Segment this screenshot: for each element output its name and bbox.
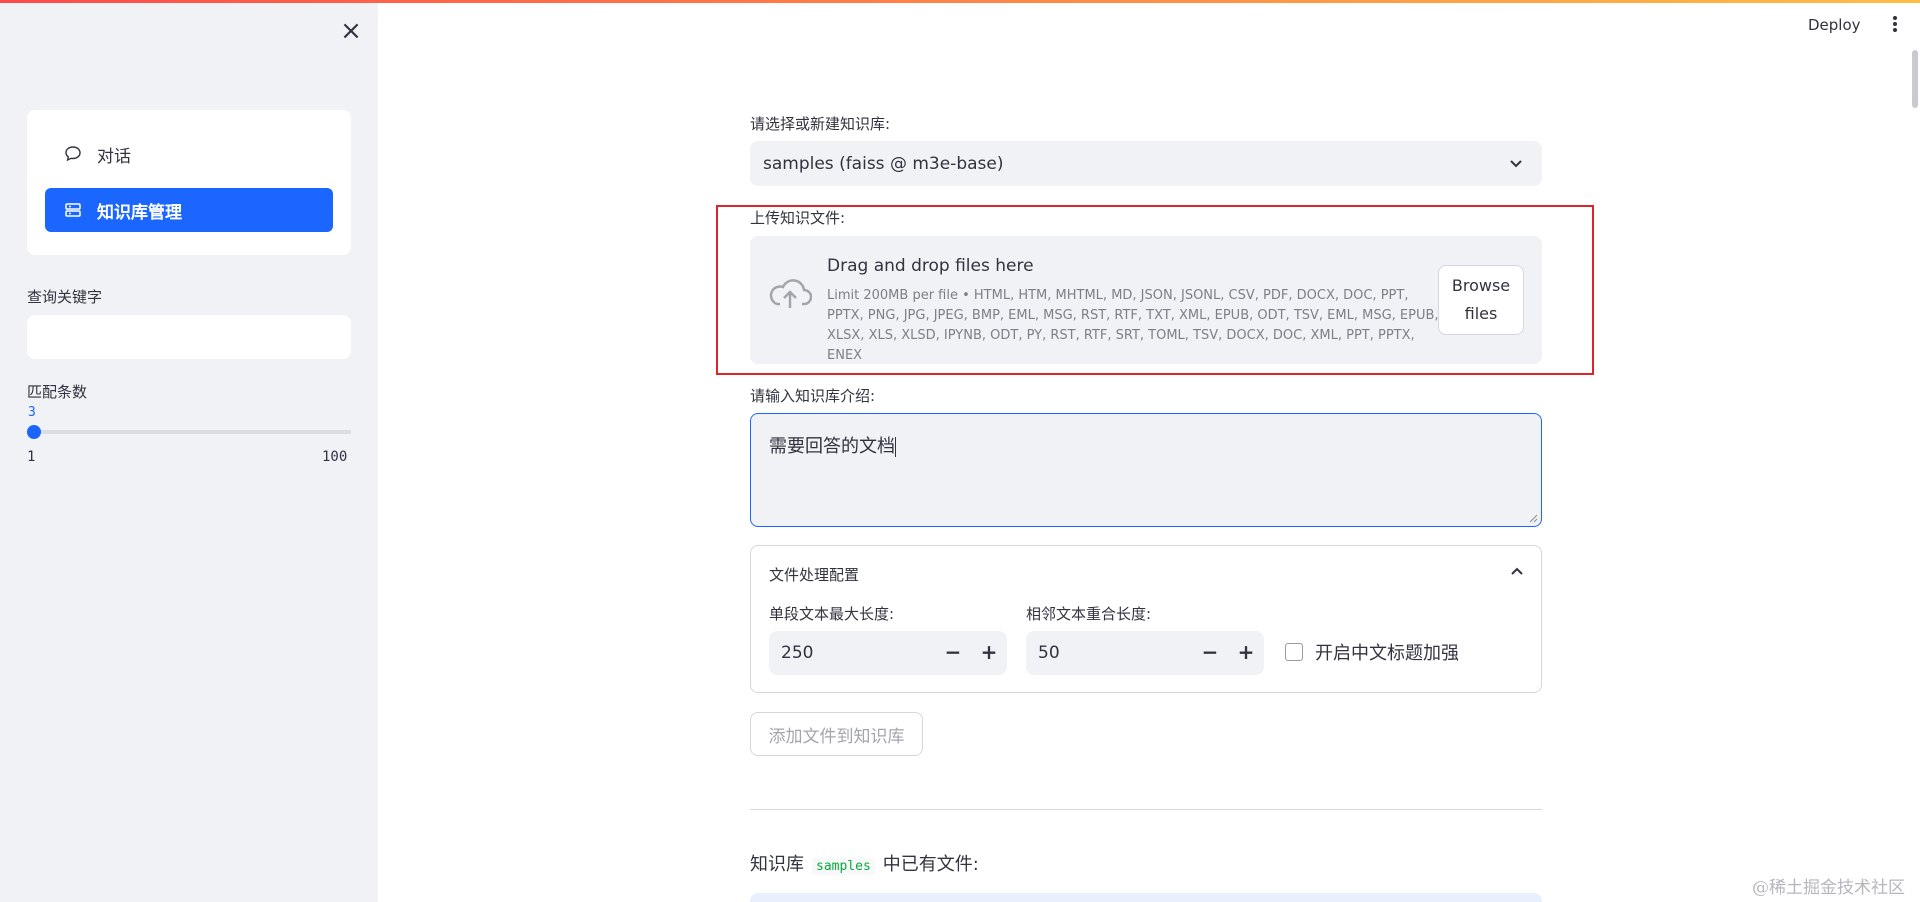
slider-max-label: 100 — [322, 449, 348, 465]
resize-handle-icon[interactable] — [1528, 513, 1538, 523]
section-divider — [750, 809, 1542, 810]
kb-intro-label: 请输入知识库介绍: — [750, 387, 876, 405]
existing-files-heading: 知识库 samples 中已有文件: — [750, 850, 979, 876]
search-keyword-label: 查询关键字 — [27, 288, 103, 306]
zh-title-enhance-checkbox[interactable]: 开启中文标题加强 — [1285, 639, 1459, 665]
chunk-size-increment-button[interactable]: + — [971, 631, 1007, 675]
search-keyword-input[interactable] — [27, 315, 351, 359]
match-count-slider-thumb[interactable] — [27, 425, 41, 439]
kb-select-dropdown[interactable]: samples (faiss @ m3e-base) — [750, 141, 1542, 186]
file-processing-expander: 文件处理配置 单段文本最大长度: 250 − + 相邻文本重合长度: 50 − … — [750, 545, 1542, 693]
kb-select-label: 请选择或新建知识库: — [750, 115, 891, 133]
kb-intro-textarea[interactable]: 需要回答的文档 — [750, 413, 1542, 527]
chat-bubble-icon — [65, 146, 81, 162]
overlap-size-input[interactable]: 50 − + — [1026, 631, 1264, 675]
expander-title[interactable]: 文件处理配置 — [769, 564, 859, 585]
chunk-size-label: 单段文本最大长度: — [769, 605, 895, 623]
add-files-to-kb-button[interactable]: 添加文件到知识库 — [750, 712, 923, 756]
files-info-box — [750, 893, 1542, 902]
checkbox-box[interactable] — [1285, 643, 1303, 661]
overlap-size-increment-button[interactable]: + — [1228, 631, 1264, 675]
heading-suffix: 中已有文件: — [882, 854, 979, 875]
nav-menu: 对话 知识库管理 — [27, 110, 351, 255]
nav-item-label: 对话 — [97, 146, 131, 167]
overlap-size-decrement-button[interactable]: − — [1192, 631, 1228, 675]
checkbox-label: 开启中文标题加强 — [1315, 643, 1459, 664]
close-sidebar-icon[interactable]: × — [338, 18, 364, 44]
match-count-slider-track[interactable] — [33, 430, 351, 434]
overlap-size-label: 相邻文本重合长度: — [1026, 605, 1152, 623]
nav-item-kb-management[interactable]: 知识库管理 — [45, 188, 333, 232]
chevron-down-icon — [1510, 160, 1522, 168]
chevron-up-icon[interactable] — [1509, 564, 1525, 580]
nav-item-chat[interactable]: 对话 — [45, 132, 333, 176]
chunk-size-decrement-button[interactable]: − — [935, 631, 971, 675]
nav-item-label: 知识库管理 — [97, 202, 182, 223]
heading-prefix: 知识库 — [750, 854, 804, 875]
deploy-button[interactable]: Deploy — [1808, 16, 1861, 34]
text-caret — [895, 437, 896, 457]
slider-min-label: 1 — [27, 449, 36, 465]
highlight-annotation-box — [716, 205, 1594, 375]
scrollbar-thumb[interactable] — [1912, 50, 1918, 108]
slider-current-value: 3 — [28, 405, 36, 420]
top-decoration-line — [0, 0, 1920, 3]
kb-select-value: samples (faiss @ m3e-base) — [763, 153, 1004, 174]
kebab-menu-icon[interactable] — [1888, 14, 1902, 40]
kb-intro-value: 需要回答的文档 — [769, 436, 895, 457]
sidebar: × 对话 知识库管理 查询关键字 匹配条数 3 1 100 — [0, 0, 378, 902]
kb-name-code: samples — [812, 858, 875, 875]
chunk-size-input[interactable]: 250 − + — [769, 631, 1007, 675]
match-count-label: 匹配条数 — [27, 383, 88, 401]
watermark-text: @稀土掘金技术社区 — [1752, 878, 1905, 898]
overlap-size-value: 50 — [1038, 643, 1060, 663]
database-icon — [65, 203, 81, 217]
chunk-size-value: 250 — [781, 643, 814, 663]
